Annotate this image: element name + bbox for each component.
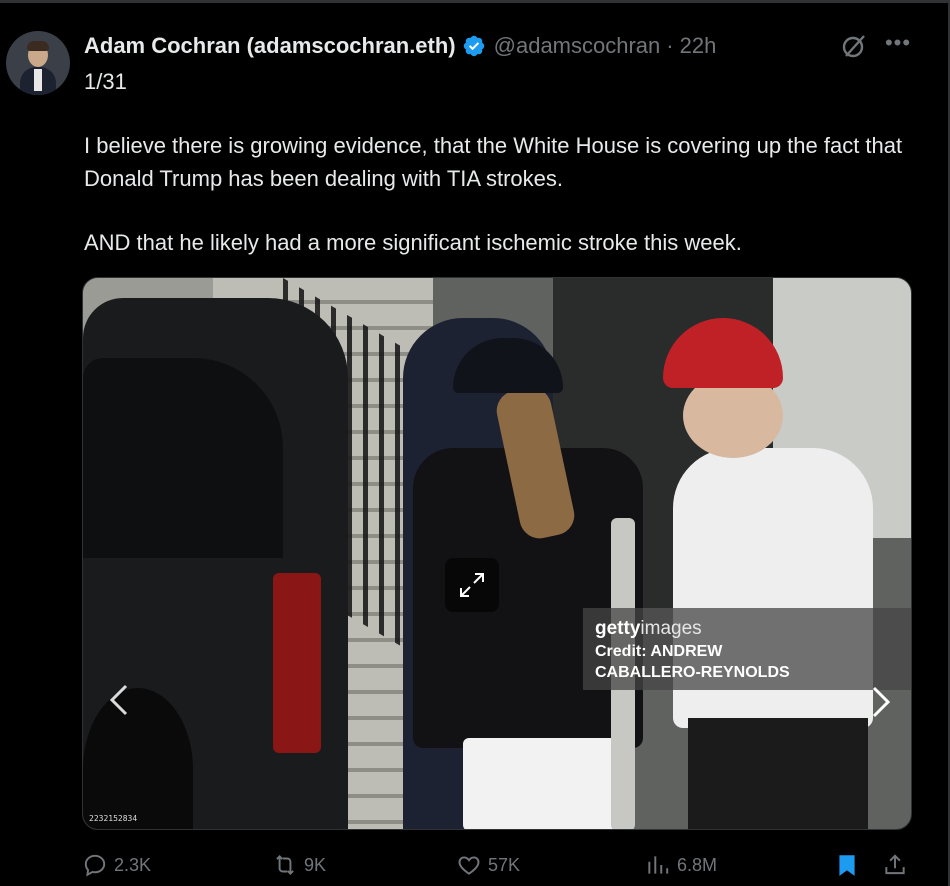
more-icon[interactable]: ••• bbox=[884, 32, 912, 60]
photo-id: 2232152834 bbox=[89, 814, 138, 823]
grok-icon[interactable] bbox=[840, 32, 868, 60]
retweet-icon bbox=[276, 854, 294, 876]
photo-credit-line-1: Credit: ANDREW bbox=[595, 643, 723, 660]
like-count: 57K bbox=[488, 854, 521, 875]
expand-button[interactable] bbox=[445, 558, 499, 612]
like-button[interactable]: 57K bbox=[456, 852, 520, 878]
chevron-left-icon[interactable] bbox=[99, 678, 143, 722]
share-icon bbox=[885, 854, 905, 875]
reply-count: 2.3K bbox=[114, 854, 152, 875]
verified-icon[interactable] bbox=[462, 34, 486, 58]
views-icon bbox=[648, 856, 669, 874]
share-button[interactable] bbox=[882, 852, 908, 878]
reply-icon bbox=[84, 854, 106, 877]
tweet-text-paragraph-2: AND that he likely had a more significan… bbox=[84, 230, 742, 255]
retweet-button[interactable]: 9K bbox=[272, 852, 326, 878]
expand-icon bbox=[460, 573, 484, 597]
tweet-header: Adam Cochran (adamscochran.eth) @adamsco… bbox=[84, 30, 716, 62]
bookmark-icon bbox=[839, 855, 855, 876]
photo-scene bbox=[83, 278, 911, 829]
tweet-actions: 2.3K 9K 57K 6.8M bbox=[82, 846, 912, 886]
author-name[interactable]: Adam Cochran (adamscochran.eth) bbox=[84, 33, 456, 59]
photo-credit-line-2: CABALLERO-REYNOLDS bbox=[595, 664, 790, 681]
views-button[interactable]: 6.8M bbox=[645, 852, 717, 878]
reply-button[interactable]: 2.3K bbox=[82, 852, 151, 878]
author-handle[interactable]: @adamscochran bbox=[494, 33, 661, 59]
like-icon bbox=[458, 856, 480, 875]
getty-brand: gettyimages bbox=[595, 618, 702, 639]
avatar[interactable] bbox=[6, 31, 70, 95]
top-border bbox=[0, 0, 950, 3]
getty-watermark: gettyimages Credit: ANDREW CABALLERO-REY… bbox=[583, 608, 911, 690]
separator: · bbox=[666, 33, 674, 58]
retweet-count: 9K bbox=[304, 854, 327, 875]
thread-position: 1/31 bbox=[84, 69, 127, 94]
views-count: 6.8M bbox=[677, 854, 718, 875]
chevron-right-icon[interactable] bbox=[859, 682, 903, 726]
tweet-text-paragraph-1: I believe there is growing evidence, tha… bbox=[84, 133, 903, 191]
tweet-photo[interactable]: gettyimages Credit: ANDREW CABALLERO-REY… bbox=[82, 277, 912, 830]
timestamp[interactable]: 22h bbox=[680, 33, 717, 59]
bookmark-button[interactable] bbox=[834, 852, 860, 878]
